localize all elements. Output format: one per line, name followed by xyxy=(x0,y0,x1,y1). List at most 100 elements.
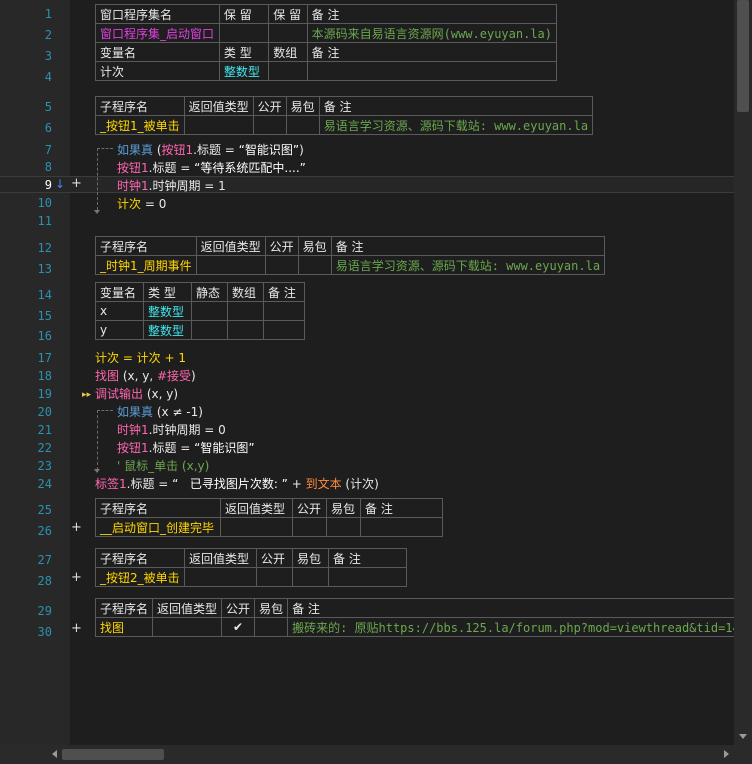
code-token: = xyxy=(200,179,219,193)
line-number: 14 xyxy=(37,288,52,302)
subroutine-note[interactable]: 易语言学习资源、源码下载站: www.eyuyan.la xyxy=(330,255,606,275)
subroutine-table: 子程序名 返回值类型 公开 易包 备 注 _按钮2_被单击 xyxy=(95,548,407,587)
table-cell[interactable] xyxy=(227,301,264,321)
table-header: 子程序名 xyxy=(94,598,154,618)
code-line-21[interactable]: 时钟1.时钟周期 = 0 xyxy=(117,421,226,438)
code-string: “ 已寻找图片次数: ” xyxy=(172,477,288,491)
code-line-24[interactable]: 标签1.标题 = “ 已寻找图片次数: ” + 到文本 (计次) xyxy=(95,475,379,492)
table-cell[interactable] xyxy=(268,23,308,43)
program-set-note[interactable]: 本源码来自易语言资源网(www.eyuyan.la) xyxy=(306,23,558,43)
table-cell[interactable] xyxy=(263,320,305,340)
table-cell[interactable] xyxy=(191,320,228,340)
code-number: 1 xyxy=(218,179,226,193)
variable-type[interactable]: 整数型 xyxy=(218,61,270,81)
scroll-down-arrow-icon[interactable] xyxy=(739,734,747,739)
table-cell[interactable] xyxy=(306,61,558,81)
block-guide xyxy=(97,410,113,411)
expand-plus-icon[interactable]: + xyxy=(71,520,82,535)
subroutine-name[interactable]: __启动窗口_创建完毕 xyxy=(95,517,221,537)
breakpoint-arrow-icon[interactable]: ↓ xyxy=(55,177,65,191)
public-checkmark-icon[interactable]: ✔ xyxy=(221,617,256,637)
expand-plus-icon[interactable]: + xyxy=(71,570,82,585)
subroutine-name[interactable]: _按钮1_被单击 xyxy=(95,115,185,135)
code-token: = 0 xyxy=(200,423,226,437)
scroll-left-arrow-icon[interactable] xyxy=(52,750,57,758)
subroutine-name[interactable]: _时钟1_周期事件 xyxy=(95,255,197,275)
table-cell[interactable] xyxy=(360,517,443,537)
table-header: 窗口程序集名 xyxy=(95,4,220,24)
line-number: 28 xyxy=(37,574,52,588)
code-line-7[interactable]: 如果真 (按钮1.标题 = “智能识图”) xyxy=(117,141,304,158)
variable-type[interactable]: 整数型 xyxy=(143,301,192,321)
line-number: 23 xyxy=(37,459,52,473)
table-cell[interactable] xyxy=(191,301,228,321)
code-line-8[interactable]: 按钮1.标题 = “等待系统匹配中....” xyxy=(117,159,306,176)
subroutine-note[interactable]: 易语言学习资源、源码下载站: www.eyuyan.la xyxy=(318,115,594,135)
table-cell[interactable] xyxy=(256,567,293,587)
table-cell[interactable] xyxy=(252,115,287,135)
table-cell[interactable] xyxy=(254,617,289,637)
subroutine-table: 子程序名 返回值类型 公开 易包 备 注 找图 ✔ 搬砖来的: 原贴https:… xyxy=(94,598,734,637)
code-string: “智能识图” xyxy=(238,143,300,157)
subroutine-name[interactable]: _按钮2_被单击 xyxy=(95,567,185,587)
horizontal-scroll-thumb[interactable] xyxy=(62,749,164,760)
code-line-9[interactable]: 时钟1.时钟周期 = 1 xyxy=(117,177,226,194)
table-cell[interactable] xyxy=(328,567,407,587)
horizontal-scrollbar[interactable] xyxy=(0,745,752,764)
code-line-19[interactable]: 调试输出 (x, y) xyxy=(95,385,178,402)
table-cell[interactable] xyxy=(292,567,329,587)
table-cell[interactable] xyxy=(183,115,254,135)
code-line-17[interactable]: 计次 = 计次 + 1 xyxy=(95,349,186,366)
table-header: 易包 xyxy=(254,598,289,618)
table-cell[interactable] xyxy=(220,517,293,537)
table-cell[interactable] xyxy=(297,255,332,275)
code-line-20[interactable]: 如果真 (x ≠ -1) xyxy=(117,403,203,420)
table-cell[interactable] xyxy=(184,567,257,587)
subroutine-name[interactable]: 找图 xyxy=(94,617,154,637)
code-token: .标题 xyxy=(126,477,155,491)
table-header: 数组 xyxy=(268,42,308,62)
table-header: 类 型 xyxy=(143,282,192,302)
code-token: = xyxy=(154,477,173,491)
table-header: 返回值类型 xyxy=(183,96,254,116)
table-cell[interactable] xyxy=(218,23,270,43)
expand-plus-icon[interactable]: + xyxy=(71,176,82,191)
table-cell[interactable] xyxy=(227,320,264,340)
table-header: 变量名 xyxy=(95,282,144,302)
program-set-name[interactable]: 窗口程序集_启动窗口 xyxy=(95,23,220,43)
variable-name[interactable]: x xyxy=(95,301,144,321)
table-header: 备 注 xyxy=(306,4,558,24)
table-cell[interactable] xyxy=(195,255,266,275)
table-header: 易包 xyxy=(297,236,332,256)
vertical-scrollbar[interactable] xyxy=(734,0,752,745)
expand-plus-icon[interactable]: + xyxy=(71,621,82,636)
table-cell[interactable] xyxy=(285,115,320,135)
table-header: 保 留 xyxy=(268,4,308,24)
fold-arrow-icon xyxy=(94,210,100,214)
code-string: “等待系统匹配中....” xyxy=(194,161,306,175)
code-token: = xyxy=(220,143,239,157)
code-editor[interactable]: 1 2 3 4 5 6 7 8 9 10 11 12 13 14 15 16 1… xyxy=(0,0,734,745)
variable-name[interactable]: 计次 xyxy=(95,61,220,81)
table-cell[interactable] xyxy=(268,61,308,81)
subroutine-note[interactable]: 搬砖来的: 原贴https://bbs.125.la/forum.php?mod… xyxy=(287,617,734,637)
table-cell[interactable] xyxy=(264,255,299,275)
code-string: “智能识图” xyxy=(194,441,255,455)
code-token: = xyxy=(176,161,195,175)
table-cell[interactable] xyxy=(263,301,305,321)
code-line-22[interactable]: 按钮1.标题 = “智能识图” xyxy=(117,439,255,456)
code-line-10[interactable]: 计次 = 0 xyxy=(117,195,166,212)
code-line-18[interactable]: 找图 (x, y, #接受) xyxy=(95,367,196,384)
table-cell[interactable] xyxy=(326,517,361,537)
table-cell[interactable] xyxy=(292,517,327,537)
variable-name[interactable]: y xyxy=(95,320,144,340)
table-header: 变量名 xyxy=(95,42,220,62)
variable-type[interactable]: 整数型 xyxy=(143,320,192,340)
scroll-right-arrow-icon[interactable] xyxy=(724,750,729,758)
table-header: 备 注 xyxy=(263,282,305,302)
code-line-23-comment[interactable]: ' 鼠标_单击 (x,y) xyxy=(117,457,209,474)
code-token: ) xyxy=(191,369,196,383)
vertical-scroll-thumb[interactable] xyxy=(737,0,749,112)
code-function: 到文本 xyxy=(305,477,342,491)
table-cell[interactable] xyxy=(152,617,223,637)
